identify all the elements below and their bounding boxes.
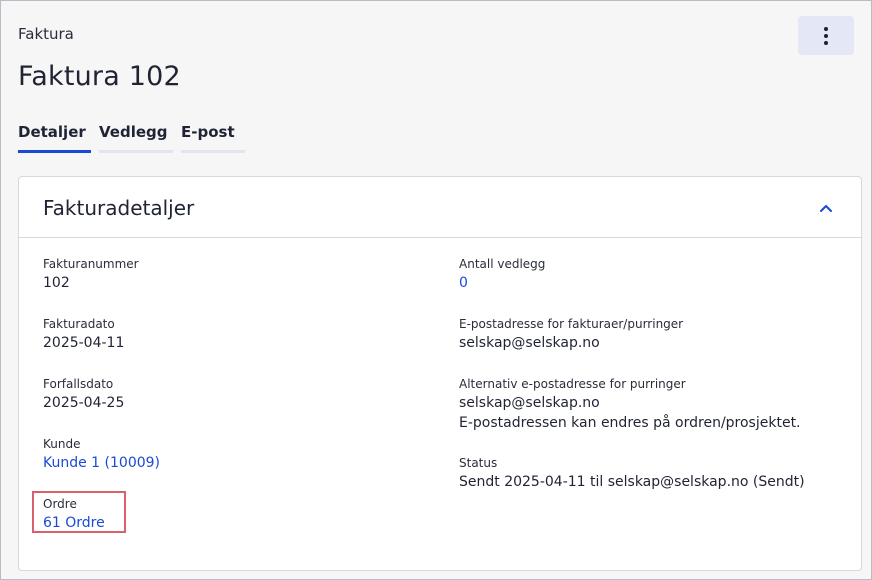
field-status: Status Sendt 2025-04-11 til selskap@sels… — [459, 455, 805, 492]
field-value: 2025-04-25 — [43, 395, 125, 411]
field-value: 2025-04-11 — [43, 335, 125, 351]
field-customer: Kunde Kunde 1 (10009) — [43, 436, 160, 473]
breadcrumb[interactable]: Faktura — [18, 25, 74, 43]
field-label: Fakturadato — [43, 317, 115, 331]
tab-detaljer[interactable]: Detaljer — [18, 123, 91, 153]
chevron-up-icon[interactable] — [819, 201, 833, 215]
field-value: selskap@selskap.no — [459, 395, 600, 411]
field-label: Forfallsdato — [43, 377, 114, 391]
page-title: Faktura 102 — [18, 61, 181, 92]
field-invoice-date: Fakturadato 2025-04-11 — [43, 316, 124, 353]
field-label: Kunde — [43, 437, 81, 451]
tab-e-post[interactable]: E-post — [181, 123, 245, 153]
invoice-details-panel: Fakturadetaljer — [18, 176, 862, 571]
field-invoice-number: Fakturanummer 102 — [43, 256, 139, 293]
field-note: E-postadressen kan endres på ordren/pros… — [459, 415, 801, 431]
panel-header[interactable]: Fakturadetaljer — [19, 177, 861, 238]
attachment-count-link[interactable]: 0 — [459, 273, 545, 293]
field-value: 102 — [43, 275, 70, 291]
field-label: E-postadresse for fakturaer/purringer — [459, 317, 684, 331]
customer-link[interactable]: Kunde 1 (10009) — [43, 453, 160, 473]
field-attachment-count: Antall vedlegg 0 — [459, 256, 545, 293]
field-value: selskap@selskap.no — [459, 335, 600, 351]
more-actions-button[interactable] — [798, 16, 854, 55]
highlight-box — [32, 491, 126, 533]
panel-title: Fakturadetaljer — [43, 196, 195, 220]
field-label: Antall vedlegg — [459, 257, 546, 271]
tab-vedlegg[interactable]: Vedlegg — [99, 123, 173, 153]
status-value: Sendt 2025-04-11 til selskap@selskap.no … — [459, 474, 805, 490]
more-vertical-icon — [824, 26, 828, 45]
app-window: Faktura Faktura 102 Detaljer Vedlegg E-p… — [0, 0, 872, 580]
field-label: Status — [459, 456, 498, 470]
field-label: Fakturanummer — [43, 257, 139, 271]
tab-bar: Detaljer Vedlegg E-post — [18, 123, 253, 153]
field-alt-email: Alternativ e-postadresse for purringer s… — [459, 376, 801, 433]
field-due-date: Forfallsdato 2025-04-25 — [43, 376, 124, 413]
field-label: Alternativ e-postadresse for purringer — [459, 377, 686, 391]
field-invoice-email: E-postadresse for fakturaer/purringer se… — [459, 316, 683, 353]
